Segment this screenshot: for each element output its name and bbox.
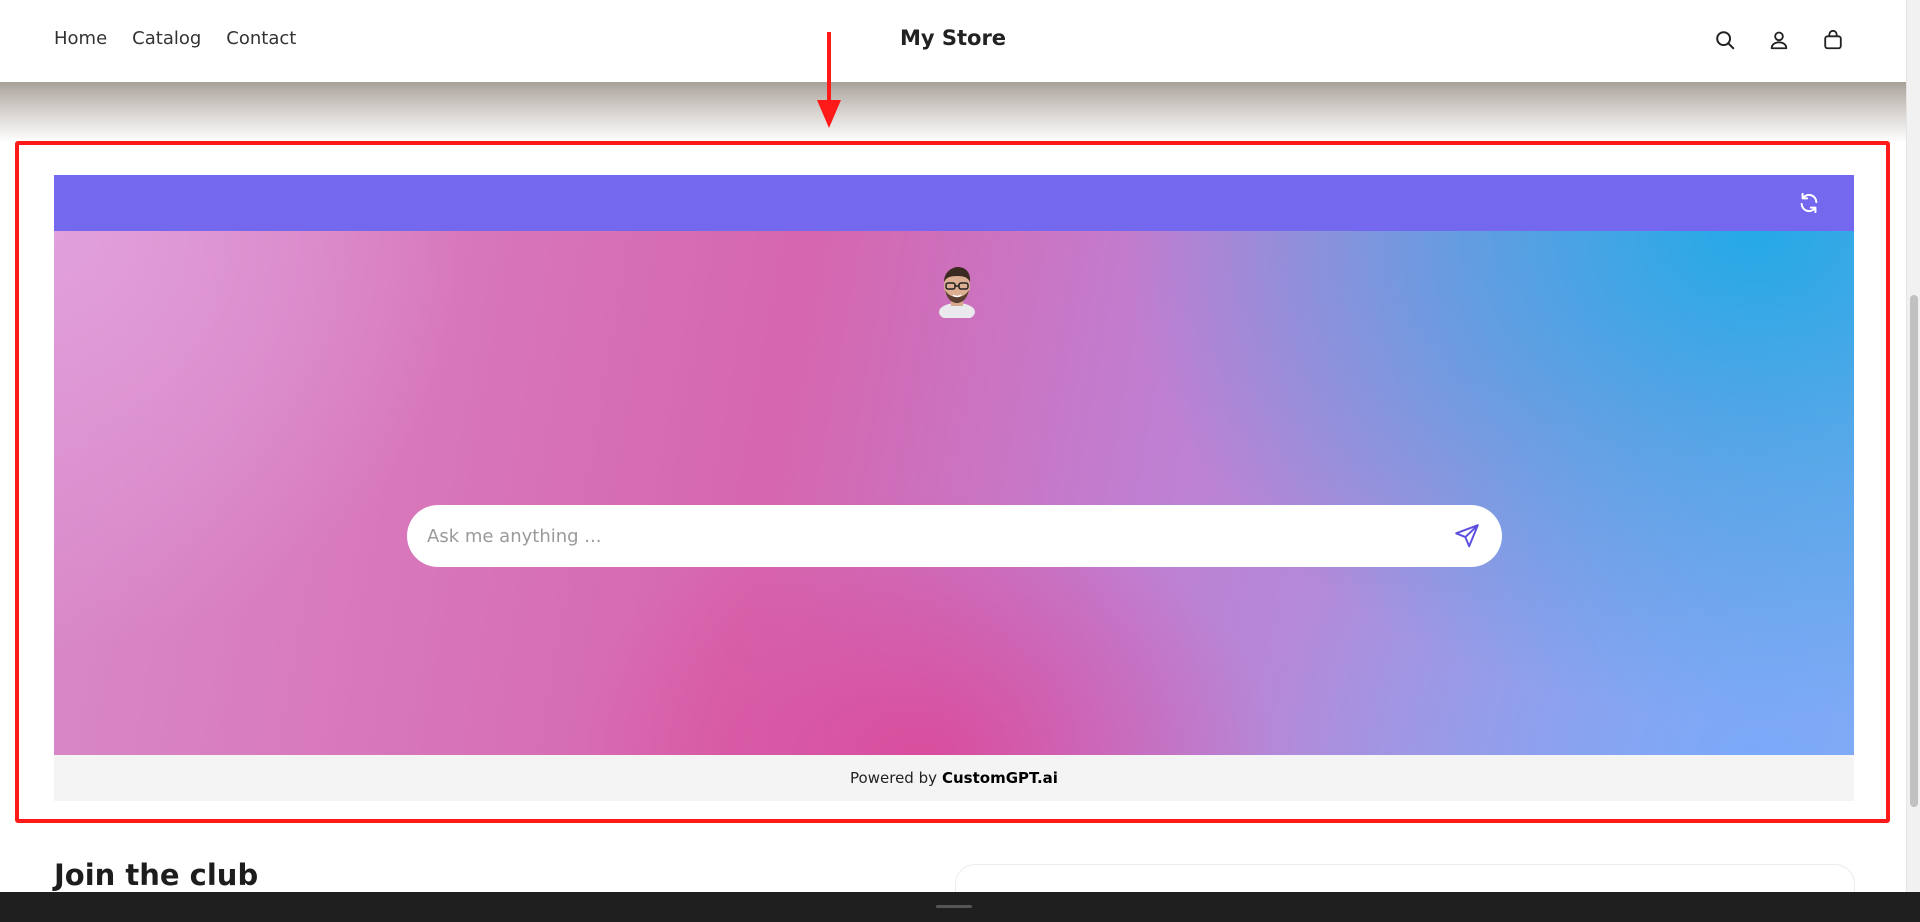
chat-widget: Powered by CustomGPT.ai	[54, 175, 1854, 801]
site-header: Home Catalog Contact My Store	[0, 0, 1906, 82]
bottom-dock-bar	[0, 892, 1920, 922]
chat-input[interactable]	[427, 525, 1452, 547]
main-nav: Home Catalog Contact	[54, 28, 296, 49]
nav-catalog[interactable]: Catalog	[132, 28, 201, 49]
refresh-icon[interactable]	[1798, 192, 1820, 214]
newsletter-title: Join the club	[54, 858, 259, 892]
powered-by-brand-link[interactable]: CustomGPT.ai	[942, 769, 1058, 787]
annotation-arrow	[817, 32, 841, 128]
nav-contact[interactable]: Contact	[226, 28, 296, 49]
search-icon[interactable]	[1712, 26, 1738, 54]
scrollbar-thumb[interactable]	[1910, 295, 1918, 807]
widget-footer: Powered by CustomGPT.ai	[54, 755, 1854, 801]
assistant-avatar	[939, 267, 975, 318]
widget-body	[54, 231, 1854, 755]
cart-icon[interactable]	[1820, 26, 1846, 54]
page: Home Catalog Contact My Store Ask me any…	[0, 0, 1920, 922]
nav-home[interactable]: Home	[54, 28, 107, 49]
hero-shade	[0, 82, 1906, 142]
page-scrollbar[interactable]	[1906, 0, 1920, 892]
send-icon[interactable]	[1452, 521, 1482, 551]
widget-header-bar	[54, 175, 1854, 231]
dock-grip-handle[interactable]	[936, 905, 972, 908]
powered-by-label: Powered by	[850, 769, 937, 787]
account-icon[interactable]	[1766, 26, 1792, 54]
chat-input-container	[407, 505, 1502, 567]
header-icons	[1712, 26, 1846, 54]
